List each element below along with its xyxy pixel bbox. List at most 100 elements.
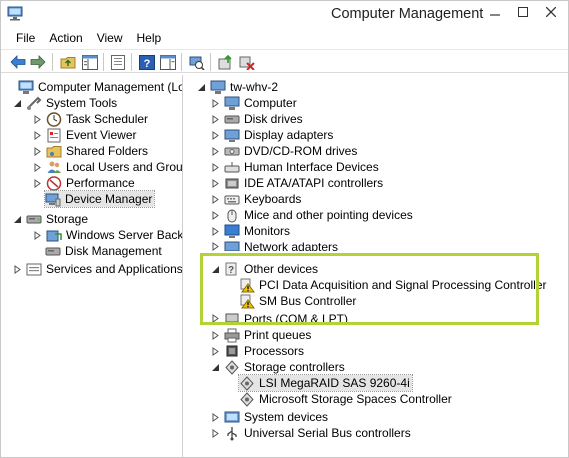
device-category-other-devices[interactable]: ? Other devices <box>211 261 318 277</box>
close-button[interactable] <box>537 1 565 23</box>
collapsed-arrow-icon <box>34 178 41 188</box>
uninstall-device-button[interactable] <box>238 53 256 71</box>
device-tree: tw-whv-2 Computer Disk drives Display ad… <box>187 75 568 457</box>
tree-label: DVD/CD-ROM drives <box>244 144 358 158</box>
tree-label: System devices <box>244 410 329 424</box>
up-one-level-button[interactable] <box>59 53 77 71</box>
hid-icon <box>224 161 240 172</box>
properties-button[interactable] <box>109 53 127 71</box>
scan-hardware-changes-button[interactable] <box>188 53 206 71</box>
maximize-button[interactable] <box>509 1 537 23</box>
computer-management-icon <box>18 80 34 94</box>
storage-controller-icon <box>240 375 254 391</box>
device-lsi-megaraid[interactable]: LSI MegaRAID SAS 9260-4i <box>238 374 413 392</box>
tree-label: Local Users and Groups <box>66 160 183 174</box>
collapsed-arrow-icon <box>212 178 219 188</box>
minimize-icon <box>490 14 500 16</box>
tree-node-event-viewer[interactable]: Event Viewer <box>33 127 136 143</box>
minimize-button[interactable] <box>481 1 509 23</box>
menu-view[interactable]: View <box>90 28 130 48</box>
toolbar-separator <box>131 53 132 71</box>
device-category-ide-ata[interactable]: IDE ATA/ATAPI controllers <box>211 175 383 191</box>
tree-node-services-applications[interactable]: Services and Applications <box>13 261 182 277</box>
toolbar-separator <box>52 53 53 71</box>
device-category-mice[interactable]: Mice and other pointing devices <box>211 207 413 223</box>
collapsed-arrow-icon <box>14 264 21 274</box>
computer-management-window: Computer Management File Action View Hel… <box>0 0 569 458</box>
menu-bar: File Action View Help <box>1 28 568 48</box>
action-pane-icon <box>160 54 176 70</box>
device-category-network-adapters[interactable]: Network adapters <box>211 239 338 251</box>
collapsed-arrow-icon <box>212 226 219 236</box>
expanded-arrow-icon <box>212 265 219 273</box>
tree-node-task-scheduler[interactable]: Task Scheduler <box>33 111 148 127</box>
expanded-arrow-icon <box>14 215 21 223</box>
device-category-system-devices[interactable]: System devices <box>211 409 328 425</box>
users-icon <box>47 161 61 173</box>
update-driver-button[interactable] <box>217 53 235 71</box>
clock-icon <box>46 111 62 127</box>
menu-help[interactable]: Help <box>130 28 169 48</box>
device-category-display-adapters[interactable]: Display adapters <box>211 127 333 143</box>
back-arrow-icon <box>10 55 26 69</box>
collapsed-arrow-icon <box>34 230 41 240</box>
tree-label: Computer <box>244 96 297 110</box>
tree-label: Ports (COM & LPT) <box>244 312 349 324</box>
scan-hardware-icon <box>189 56 205 70</box>
tree-node-local-users-groups[interactable]: Local Users and Groups <box>33 159 183 175</box>
warning-device-icon <box>240 294 255 308</box>
ide-controller-icon <box>225 178 239 188</box>
collapsed-arrow-icon <box>212 412 219 422</box>
tree-node-computer-management[interactable]: Computer Management (Local <box>5 79 182 95</box>
collapsed-arrow-icon <box>212 162 219 172</box>
tree-label: Shared Folders <box>66 144 149 158</box>
tree-node-system-tools[interactable]: System Tools <box>13 95 117 111</box>
network-adapter-icon <box>224 241 240 251</box>
show-action-pane-button[interactable] <box>159 53 177 71</box>
computer-icon <box>224 96 240 110</box>
device-category-usb[interactable]: Universal Serial Bus controllers <box>211 425 411 441</box>
toolbar-separator <box>181 53 182 71</box>
tree-label: IDE ATA/ATAPI controllers <box>244 176 384 190</box>
back-button[interactable] <box>9 53 27 71</box>
tree-node-windows-server-backup[interactable]: Windows Server Backup <box>33 227 182 243</box>
menu-action[interactable]: Action <box>42 28 89 48</box>
storage-controller-icon <box>225 359 239 375</box>
collapsed-arrow-icon <box>212 314 219 323</box>
toolbar-separator <box>103 53 104 71</box>
device-ms-storage-spaces[interactable]: Microsoft Storage Spaces Controller <box>239 391 452 407</box>
show-hide-console-tree-button[interactable] <box>81 53 99 71</box>
tree-node-performance[interactable]: Performance <box>33 175 135 191</box>
collapsed-arrow-icon <box>212 146 219 156</box>
help-icon: ? <box>139 54 155 70</box>
device-category-hid[interactable]: Human Interface Devices <box>211 159 379 175</box>
device-category-processors[interactable]: Processors <box>211 343 304 359</box>
tree-node-shared-folders[interactable]: Shared Folders <box>33 143 148 159</box>
tree-node-storage[interactable]: Storage <box>13 211 88 227</box>
processor-icon <box>226 345 238 356</box>
computer-management-app-icon <box>7 6 23 21</box>
device-category-ports[interactable]: Ports (COM & LPT) <box>211 311 348 324</box>
device-category-storage-controllers[interactable]: Storage controllers <box>211 359 345 375</box>
tree-node-disk-management[interactable]: Disk Management <box>45 243 162 259</box>
tree-label: Display adapters <box>244 128 334 142</box>
device-category-keyboards[interactable]: Keyboards <box>211 191 301 207</box>
device-category-print-queues[interactable]: Print queues <box>211 327 311 343</box>
device-category-disk-drives[interactable]: Disk drives <box>211 111 303 127</box>
performance-icon <box>46 175 62 191</box>
tree-label: Network adapters <box>244 240 339 251</box>
help-button[interactable]: ? <box>138 53 156 71</box>
device-sm-bus-controller[interactable]: SM Bus Controller <box>239 293 356 309</box>
tree-node-device-manager[interactable]: Device Manager <box>43 190 156 208</box>
menu-file[interactable]: File <box>9 28 42 48</box>
forward-button[interactable] <box>29 53 47 71</box>
port-icon <box>225 313 239 323</box>
title-bar[interactable]: Computer Management <box>1 1 568 27</box>
device-category-monitors[interactable]: Monitors <box>211 223 290 239</box>
system-tools-icon <box>27 96 42 110</box>
device-category-computer[interactable]: Computer <box>211 95 297 111</box>
tree-node-tw-whv-2[interactable]: tw-whv-2 <box>197 79 278 95</box>
device-pci-data-acquisition[interactable]: PCI Data Acquisition and Signal Processi… <box>239 277 546 293</box>
event-viewer-icon <box>47 128 61 142</box>
device-category-dvd-cdrom[interactable]: DVD/CD-ROM drives <box>211 143 357 159</box>
